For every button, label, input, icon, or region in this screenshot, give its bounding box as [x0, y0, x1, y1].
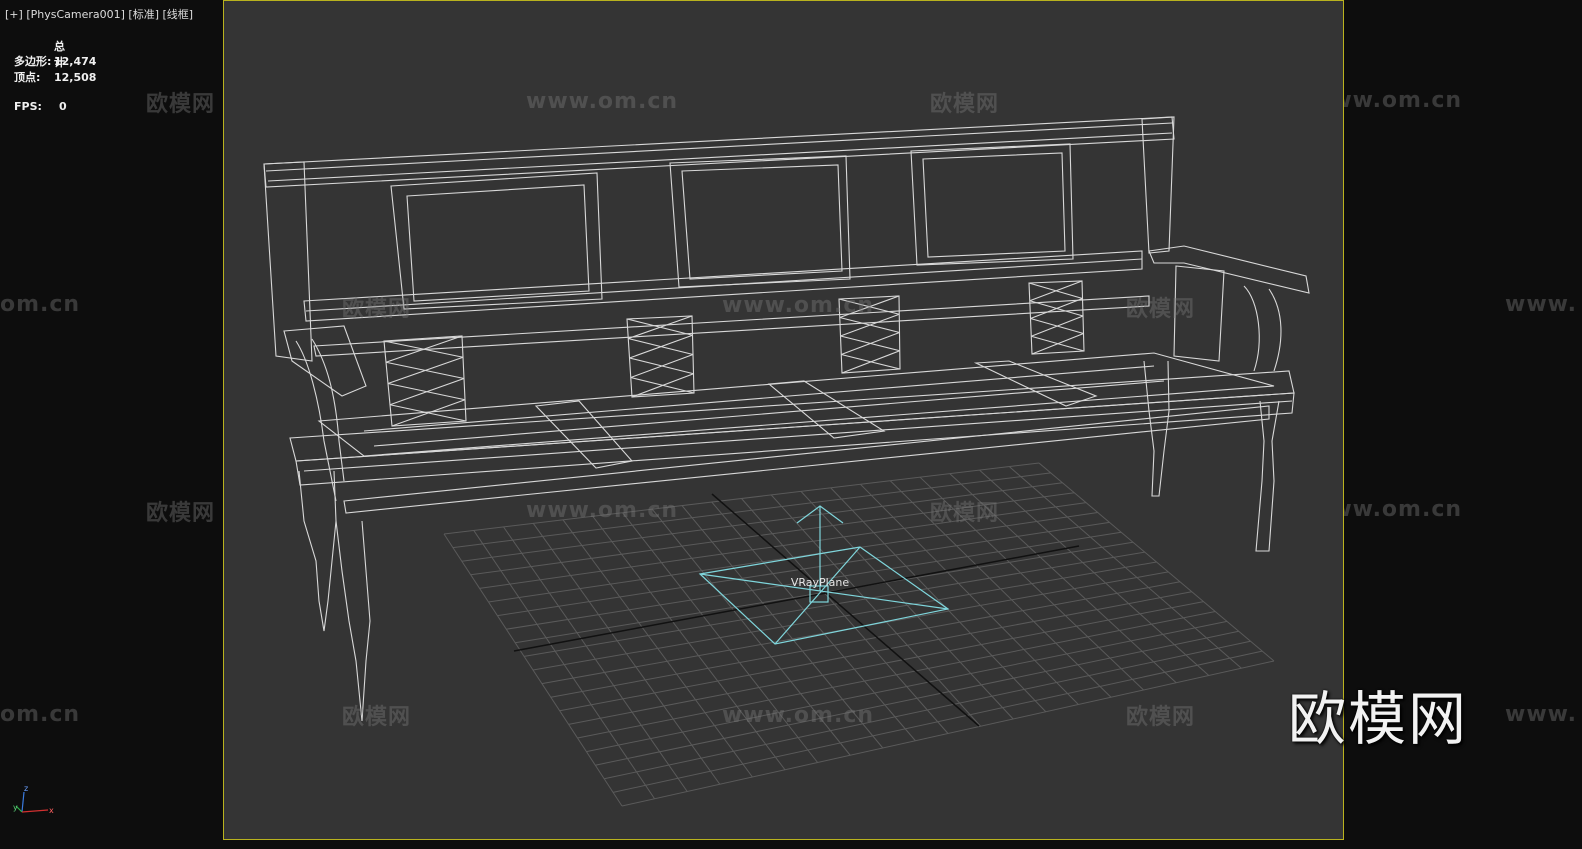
stats-polygons: 多边形: 12,474: [14, 53, 96, 69]
axis-z-label: z: [24, 784, 28, 793]
watermark-url: www.om.cn: [526, 89, 679, 114]
polygons-value: 12,474: [54, 55, 97, 68]
watermark-brand: 欧模网: [342, 705, 412, 730]
watermark-brand: 欧模网: [1126, 705, 1196, 730]
stats-vertices: 顶点: 12,508: [14, 69, 96, 85]
watermark-logo: 欧模网: [1288, 685, 1469, 753]
axis-x-label: x: [49, 806, 54, 815]
axis-tripod-icon: z x y: [13, 784, 54, 815]
grid-main-axes: [513, 493, 1080, 727]
watermark-brand: 欧模网: [930, 501, 1000, 526]
watermark-url: www.: [1505, 702, 1577, 727]
watermark-url: www.om.cn: [722, 293, 875, 318]
viewport-menu-plus[interactable]: [+]: [5, 8, 23, 21]
watermark-url: om.cn: [0, 292, 81, 317]
polygons-label: 多边形:: [14, 55, 52, 68]
viewport-display-mode-menu[interactable]: [线框]: [163, 8, 194, 21]
watermark-url: www.: [1505, 292, 1577, 317]
stats-fps: FPS: 0: [14, 100, 67, 113]
watermark-brand: 欧模网: [1126, 297, 1196, 322]
viewport-label: [+] [PhysCamera001] [标准] [线框]: [5, 6, 193, 22]
watermark-url: www.om.cn: [722, 703, 875, 728]
vertices-value: 12,508: [54, 71, 97, 84]
watermark-url: om.cn: [0, 702, 81, 727]
watermark-brand: 欧模网: [930, 92, 1000, 117]
vrayplane-gizmo: [698, 546, 950, 645]
axis-y-label: y: [13, 803, 18, 812]
vrayplane-label[interactable]: VRayPlane: [791, 576, 850, 589]
watermark-brand: 欧模网: [146, 501, 216, 526]
fps-value: 0: [59, 100, 67, 113]
viewport-shading-menu[interactable]: [标准]: [128, 8, 159, 21]
perspective-viewport[interactable]: VRayPlane 欧模网 www.om.cn 欧模网 欧模网 www.om.c…: [146, 0, 1344, 840]
viewport-camera-menu[interactable]: [PhysCamera001]: [26, 8, 125, 21]
watermark-url: www.om.cn: [526, 498, 679, 523]
vertices-label: 顶点:: [14, 71, 41, 84]
fps-label: FPS:: [14, 100, 42, 113]
watermark-brand: 欧模网: [342, 297, 412, 322]
watermark-brand: 欧模网: [146, 92, 216, 117]
